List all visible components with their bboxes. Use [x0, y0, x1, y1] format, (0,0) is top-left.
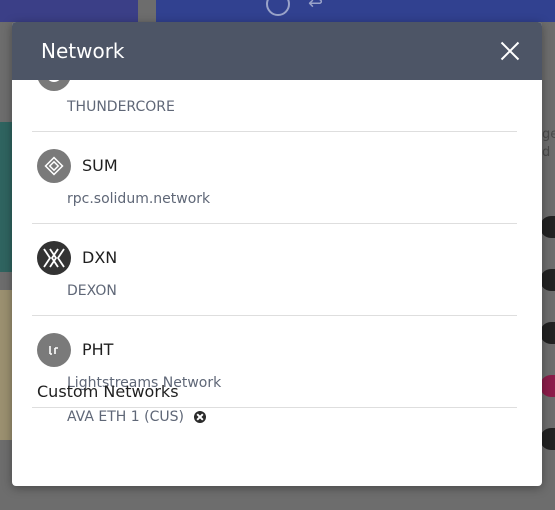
- dexon-icon: [37, 241, 71, 275]
- background-return-icon: ↩: [308, 0, 324, 14]
- network-name: DXN: [82, 248, 118, 267]
- network-item-thundercore[interactable]: THUNDERCORE: [32, 80, 517, 132]
- modal-header: Network: [12, 22, 542, 80]
- network-subtitle: rpc.solidum.network: [67, 191, 211, 207]
- modal-title: Network: [41, 39, 125, 63]
- background-marker: [540, 216, 555, 238]
- background-right-markers: [540, 0, 555, 510]
- background-toolbar: ↩: [266, 0, 332, 16]
- background-left-banner: [0, 0, 138, 22]
- solidum-icon: [37, 149, 71, 183]
- background-marker: [540, 269, 555, 291]
- background-card-left-2: [0, 290, 12, 440]
- close-icon[interactable]: [498, 39, 522, 63]
- lightstreams-icon: [37, 333, 71, 367]
- network-list[interactable]: THUNDERCORE SUM rpc.solidum.network DXN …: [12, 80, 542, 486]
- network-name: PHT: [82, 340, 114, 359]
- custom-network-label: AVA ETH 1 (CUS): [67, 409, 184, 425]
- custom-networks-title: Custom Networks: [37, 382, 179, 401]
- background-marker: [540, 375, 555, 397]
- background-card-left-1: [0, 122, 12, 272]
- network-item-dxn[interactable]: DXN DEXON: [32, 224, 517, 316]
- network-list-content: THUNDERCORE SUM rpc.solidum.network DXN …: [12, 80, 517, 425]
- network-item-sum[interactable]: SUM rpc.solidum.network: [32, 132, 517, 224]
- thundercore-icon: [37, 80, 71, 91]
- background-marker: [540, 428, 555, 450]
- network-modal: Network THUNDERCORE SUM rpc.solidum.netw…: [12, 22, 542, 486]
- scrollbar[interactable]: [536, 80, 540, 486]
- background-circle-icon: [266, 0, 290, 16]
- remove-icon[interactable]: [193, 411, 206, 423]
- background-header-bar: [156, 0, 555, 22]
- network-subtitle: DEXON: [67, 283, 117, 299]
- network-subtitle: THUNDERCORE: [67, 99, 175, 115]
- custom-network-item[interactable]: AVA ETH 1 (CUS): [67, 409, 206, 425]
- background-marker: [540, 322, 555, 344]
- network-name: SUM: [82, 156, 118, 175]
